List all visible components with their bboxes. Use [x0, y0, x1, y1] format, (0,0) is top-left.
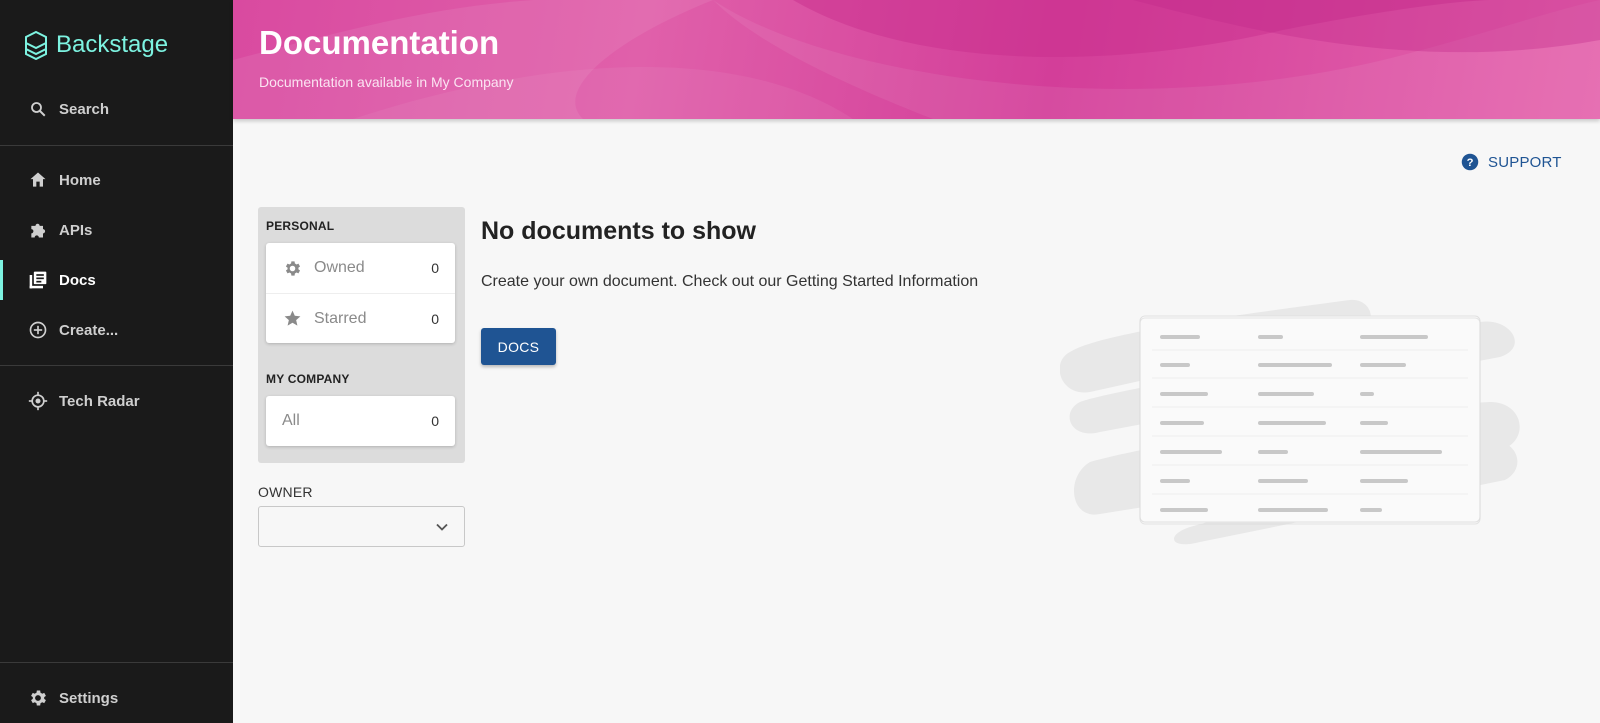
sidebar-divider [0, 145, 233, 146]
sidebar-item-home[interactable]: Home [0, 160, 233, 200]
support-button[interactable]: ? SUPPORT [1461, 153, 1562, 171]
sidebar: Backstage Search Home APIs Docs Create..… [0, 0, 233, 723]
brand-logo-link[interactable]: Backstage [24, 30, 168, 60]
gear-icon [282, 258, 302, 278]
puzzle-icon [28, 220, 48, 240]
empty-state-description: Create your own document. Check out our … [481, 273, 979, 290]
filter-starred-label: Starred [314, 309, 367, 327]
brand-name: Backstage [56, 31, 169, 58]
empty-state-illustration [1060, 299, 1520, 545]
filter-all[interactable]: All 0 [266, 396, 455, 446]
home-icon [28, 170, 48, 190]
owner-select[interactable] [258, 506, 465, 547]
sidebar-search[interactable]: Search [0, 89, 233, 129]
backstage-logo-icon [25, 30, 47, 60]
page-header: Documentation Documentation available in… [233, 0, 1600, 119]
sidebar-item-label: Create... [59, 321, 119, 339]
page-title: Documentation [259, 24, 500, 61]
filter-owned-label: Owned [314, 259, 365, 276]
search-icon [28, 99, 48, 119]
add-circle-icon [28, 320, 48, 340]
filter-starred[interactable]: Starred 0 [266, 293, 455, 343]
personal-filter-card: Owned 0 Starred 0 [266, 243, 455, 343]
empty-state-title: No documents to show [481, 217, 756, 245]
support-label: SUPPORT [1488, 153, 1562, 171]
company-filter-card: All 0 [266, 396, 455, 446]
sidebar-item-settings[interactable]: Settings [0, 678, 233, 718]
filter-owned[interactable]: Owned 0 [266, 243, 455, 293]
svg-text:?: ? [1467, 157, 1474, 169]
sidebar-item-label: APIs [59, 221, 93, 239]
sidebar-item-create[interactable]: Create... [0, 310, 233, 350]
filter-owned-count: 0 [431, 260, 439, 276]
chevron-down-icon [436, 523, 448, 531]
star-icon [282, 309, 302, 329]
docs-button[interactable]: DOCS [481, 328, 556, 365]
sidebar-item-tech-radar[interactable]: Tech Radar [0, 381, 233, 421]
docs-icon [28, 270, 48, 290]
sidebar-divider [0, 662, 233, 663]
page-subtitle: Documentation available in My Company [259, 74, 514, 90]
filter-all-count: 0 [431, 413, 439, 429]
sidebar-item-apis[interactable]: APIs [0, 210, 233, 250]
filter-starred-count: 0 [431, 310, 439, 327]
sidebar-item-label: Home [59, 171, 101, 189]
owner-label: OWNER [258, 484, 313, 500]
company-heading: MY COMPANY [266, 372, 350, 386]
sidebar-item-label: Settings [59, 689, 119, 707]
sidebar-item-label: Docs [59, 271, 96, 289]
sidebar-search-label: Search [59, 100, 110, 118]
gear-icon [28, 688, 48, 708]
filter-all-label: All [282, 412, 300, 429]
radar-icon [28, 391, 48, 411]
personal-heading: PERSONAL [266, 219, 335, 233]
sidebar-divider [0, 365, 233, 366]
help-icon: ? [1461, 153, 1479, 171]
filter-panel: PERSONAL Owned 0 Starred 0 MY COMPANY Al… [258, 207, 465, 463]
sidebar-item-label: Tech Radar [59, 392, 140, 410]
sidebar-item-docs[interactable]: Docs [0, 260, 233, 300]
